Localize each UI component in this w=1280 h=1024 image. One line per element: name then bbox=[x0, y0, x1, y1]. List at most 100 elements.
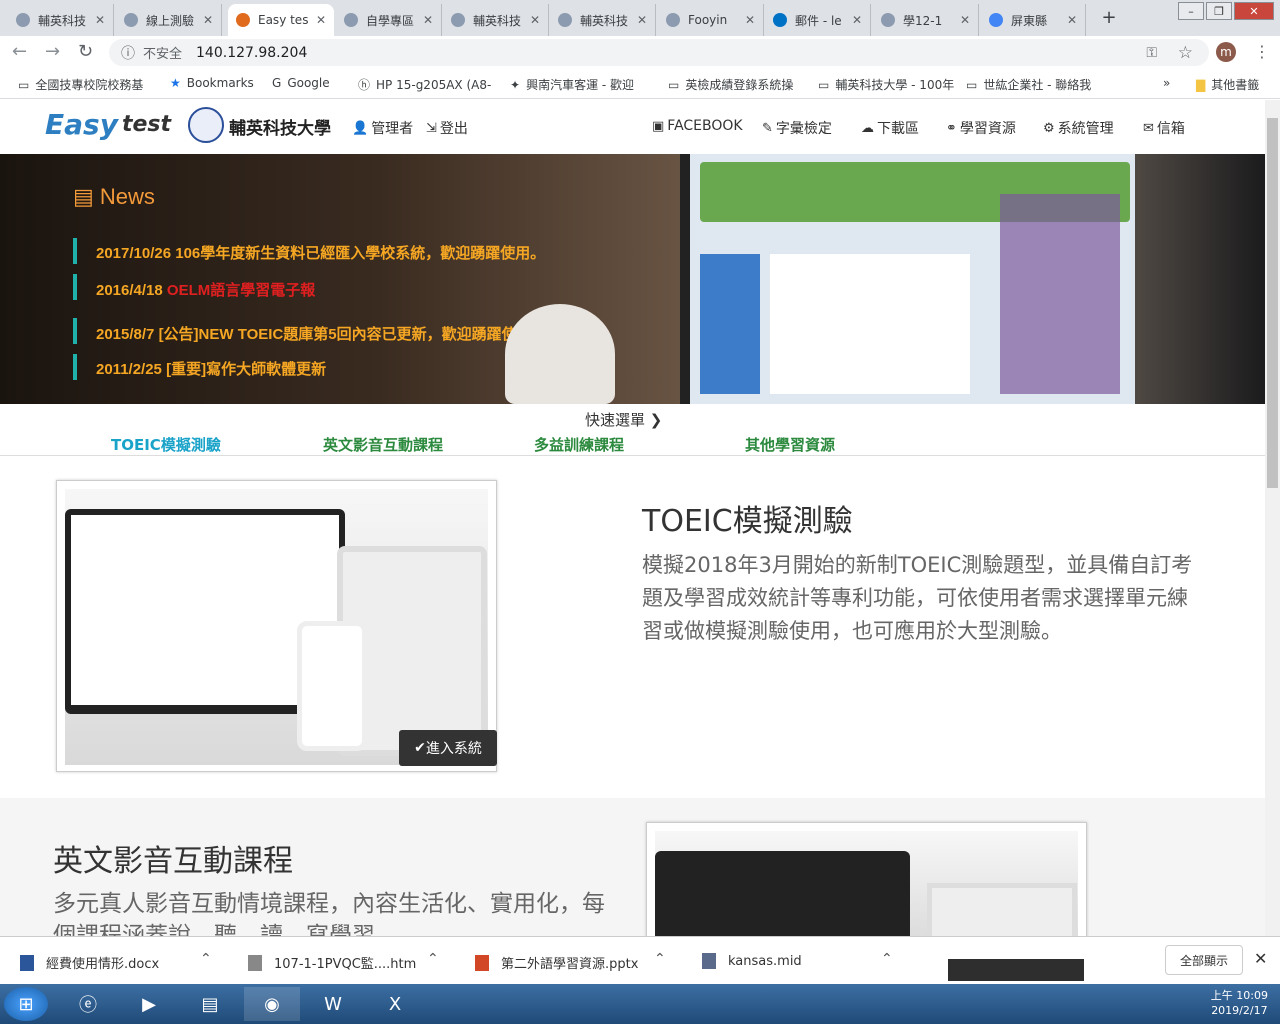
nav-download[interactable]: ☁ 下載區 bbox=[861, 118, 919, 138]
news-item[interactable]: 2011/2/25 [重要]寫作大師軟體更新 bbox=[96, 358, 326, 379]
tab-close-icon[interactable]: ✕ bbox=[1067, 13, 1077, 27]
excel-icon[interactable]: X bbox=[367, 987, 423, 1021]
toeic-section: TOEIC模擬測驗 模擬2018年3月開始的新制TOEIC測驗題型，並具備自訂考… bbox=[0, 456, 1265, 798]
security-label: 不安全 bbox=[143, 47, 183, 62]
browser-tab[interactable]: 學12-1 ✕ bbox=[873, 4, 979, 36]
tab-close-icon[interactable]: ✕ bbox=[95, 13, 105, 27]
star-icon[interactable]: ☆ bbox=[1178, 43, 1193, 63]
tab-title: 學12-1 bbox=[903, 13, 943, 28]
scrollbar-thumb[interactable] bbox=[1267, 118, 1278, 488]
tab-close-icon[interactable]: ✕ bbox=[637, 13, 647, 27]
internet-explorer-icon[interactable]: ⓔ bbox=[60, 987, 116, 1021]
browser-tab[interactable]: Easy tes ✕ bbox=[228, 4, 334, 36]
start-button[interactable]: ⊞ bbox=[4, 987, 48, 1021]
restore-button[interactable]: ❐ bbox=[1206, 2, 1232, 20]
address-bar[interactable]: ⓘ 不安全 140.127.98.204 ⚿ ☆ bbox=[109, 39, 1209, 66]
news-marker bbox=[73, 354, 77, 380]
edit-icon: ✎ bbox=[762, 120, 773, 136]
tab-close-icon[interactable]: ✕ bbox=[852, 13, 862, 27]
download-item[interactable]: kansas.mid bbox=[702, 953, 802, 969]
download-item[interactable]: 第二外語學習資源.pptx bbox=[475, 953, 638, 972]
browser-tab[interactable]: 屏東縣 ✕ bbox=[981, 4, 1086, 36]
gears-icon: ⚙ bbox=[1043, 120, 1055, 136]
quick-item-other[interactable]: 其他學習資源 bbox=[745, 434, 835, 455]
new-tab-button[interactable]: + bbox=[1096, 6, 1122, 30]
quick-item-video-course[interactable]: 英文影音互動課程 bbox=[323, 434, 443, 455]
back-icon[interactable]: ← bbox=[12, 41, 27, 62]
tab-close-icon[interactable]: ✕ bbox=[960, 13, 970, 27]
download-menu-chevron-icon[interactable]: ⌃ bbox=[654, 951, 666, 967]
file-explorer-icon[interactable]: ▤ bbox=[182, 987, 238, 1021]
menu-icon[interactable]: ⋮ bbox=[1254, 42, 1270, 61]
system-clock[interactable]: 上午 10:09 2019/2/17 bbox=[1211, 988, 1268, 1018]
nav-logout[interactable]: ⇲ 登出 bbox=[426, 118, 468, 138]
bookmark-item[interactable]: ▭ 英檢成績登錄系統操 bbox=[668, 76, 793, 93]
download-item[interactable]: 107-1-1PVQC監....htm bbox=[248, 953, 416, 972]
news-item[interactable]: 2015/8/7 [公告]NEW TOEIC題庫第5回內容已更新，歡迎踴躍使用。 bbox=[96, 323, 547, 344]
news-marker bbox=[73, 274, 77, 300]
browser-tab[interactable]: 郵件 - le ✕ bbox=[765, 4, 871, 36]
nav-vocab[interactable]: ✎ 字彙檢定 bbox=[762, 118, 832, 138]
bookmark-item[interactable]: ⓗ HP 15-g205AX (A8- bbox=[358, 76, 491, 93]
browser-tab[interactable]: 自學專區 ✕ bbox=[336, 4, 442, 36]
language-bar[interactable] bbox=[948, 959, 1084, 981]
profile-avatar[interactable]: m bbox=[1216, 42, 1236, 62]
bookmark-item[interactable]: G Google bbox=[272, 76, 330, 90]
download-menu-chevron-icon[interactable]: ⌃ bbox=[427, 951, 439, 967]
close-window-button[interactable]: ✕ bbox=[1234, 2, 1274, 20]
download-item[interactable]: 經費使用情形.docx bbox=[20, 953, 159, 972]
nav-facebook[interactable]: ▣ FACEBOOK bbox=[652, 118, 743, 134]
browser-tab[interactable]: 輔英科技 ✕ bbox=[443, 4, 549, 36]
show-all-downloads-button[interactable]: 全部顯示 bbox=[1165, 945, 1243, 975]
bookmark-item[interactable]: ✦ 興南汽車客運 - 歡迎 bbox=[510, 76, 634, 93]
video-course-title: 英文影音互動課程 bbox=[53, 844, 293, 879]
download-menu-chevron-icon[interactable]: ⌃ bbox=[881, 951, 893, 967]
nav-system[interactable]: ⚙ 系統管理 bbox=[1043, 118, 1114, 138]
nav-mail[interactable]: ✉ 信箱 bbox=[1143, 118, 1185, 138]
bookmark-item[interactable]: ▭ 全國技專校院校務基 bbox=[18, 76, 143, 93]
facebook-icon: ▣ bbox=[652, 118, 665, 134]
tab-close-icon[interactable]: ✕ bbox=[203, 13, 213, 27]
tab-close-icon[interactable]: ✕ bbox=[316, 13, 326, 27]
news-item[interactable]: 2017/10/26 106學年度新生資料已經匯入學校系統，歡迎踴躍使用。 bbox=[96, 242, 545, 263]
quick-item-training[interactable]: 多益訓練課程 bbox=[534, 434, 624, 455]
other-bookmarks[interactable]: ▇ 其他書籤 bbox=[1196, 76, 1259, 93]
browser-tab[interactable]: 輔英科技 ✕ bbox=[8, 4, 114, 36]
tab-favicon-icon bbox=[16, 13, 30, 27]
browser-tab[interactable]: 線上測驗 ✕ bbox=[116, 4, 222, 36]
tab-close-icon[interactable]: ✕ bbox=[530, 13, 540, 27]
quick-item-toeic[interactable]: TOEIC模擬測驗 bbox=[111, 434, 221, 455]
bookmark-item[interactable]: ★ Bookmarks bbox=[170, 76, 254, 90]
browser-tab[interactable]: Fooyin ✕ bbox=[658, 4, 764, 36]
chrome-icon[interactable]: ◉ bbox=[244, 987, 300, 1021]
tab-title: 自學專區 bbox=[366, 13, 415, 28]
bookmark-item[interactable]: ▭ 世紘企業社 - 聯絡我 bbox=[966, 76, 1091, 93]
word-file-icon bbox=[20, 954, 34, 971]
news-date: 2016/4/18 bbox=[96, 282, 163, 299]
info-icon[interactable]: ⓘ bbox=[121, 43, 135, 63]
bookmark-label: 輔英科技大學 - 100年 bbox=[835, 78, 955, 92]
browser-tab[interactable]: 輔英科技 ✕ bbox=[550, 4, 656, 36]
envelope-icon: ✉ bbox=[1143, 120, 1154, 136]
minimize-button[interactable]: – bbox=[1178, 2, 1204, 20]
forward-icon[interactable]: → bbox=[45, 41, 60, 62]
news-item[interactable]: 2016/4/18 OELM語言學習電子報 bbox=[96, 279, 315, 300]
close-download-bar-icon[interactable]: ✕ bbox=[1254, 949, 1267, 968]
bookmark-item[interactable]: ▭ 輔英科技大學 - 100年 bbox=[818, 76, 954, 93]
reload-icon[interactable]: ↻ bbox=[78, 41, 93, 62]
nav-resources[interactable]: ⚭ 學習資源 bbox=[946, 118, 1016, 138]
key-icon[interactable]: ⚿ bbox=[1146, 45, 1157, 61]
enter-system-button[interactable]: ✔ 進入系統 bbox=[399, 730, 497, 766]
bookmarks-overflow-icon[interactable]: » bbox=[1163, 76, 1170, 90]
other-bookmarks-label: 其他書籤 bbox=[1211, 78, 1260, 92]
easytest-logo[interactable]: Easy test bbox=[45, 106, 171, 142]
tab-close-icon[interactable]: ✕ bbox=[745, 13, 755, 27]
nav-admin[interactable]: 👤 管理者 bbox=[352, 118, 413, 138]
word-icon[interactable]: W bbox=[305, 987, 361, 1021]
page-scrollbar[interactable] bbox=[1265, 100, 1280, 936]
nav-system-label: 系統管理 bbox=[1057, 121, 1114, 137]
quick-menu-toggle[interactable]: 快速選單 ❯ bbox=[585, 409, 662, 430]
media-player-icon[interactable]: ▶ bbox=[121, 987, 177, 1021]
download-menu-chevron-icon[interactable]: ⌃ bbox=[200, 951, 212, 967]
tab-close-icon[interactable]: ✕ bbox=[423, 13, 433, 27]
